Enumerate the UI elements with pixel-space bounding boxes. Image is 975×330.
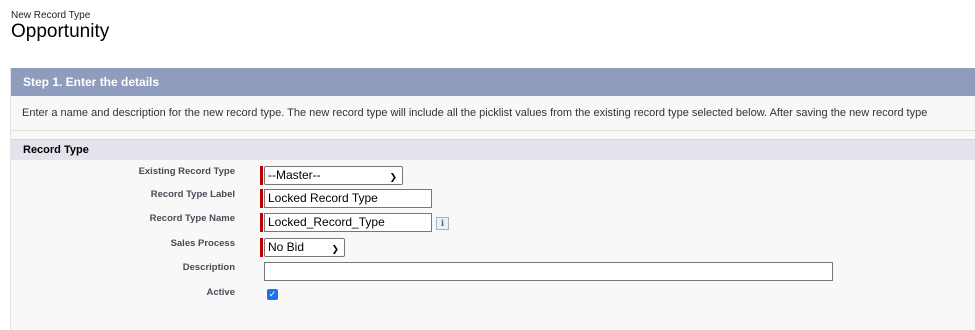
step-description: Enter a name and description for the new… [11, 96, 975, 131]
description-label: Description [182, 262, 235, 273]
section-record-type: Record Type [11, 139, 975, 160]
sales-process-label: Sales Process [170, 238, 235, 249]
active-checkbox[interactable]: ✓ [267, 289, 278, 300]
record-type-name-input[interactable]: Locked_Record_Type [264, 213, 432, 232]
chevron-down-icon: ❯ [389, 172, 397, 182]
required-indicator [260, 189, 263, 208]
page-title: Opportunity [11, 21, 110, 42]
page-subtitle: New Record Type [11, 10, 91, 21]
step-title: Step 1. Enter the details [11, 68, 975, 96]
existing-record-type-value: --Master-- [268, 168, 321, 182]
existing-record-type-select[interactable]: --Master-- ❯ [264, 166, 403, 185]
required-indicator [260, 166, 263, 185]
required-indicator [260, 213, 263, 232]
sales-process-select[interactable]: No Bid ❯ [264, 238, 345, 257]
info-icon[interactable]: i [436, 217, 449, 230]
chevron-down-icon: ❯ [331, 244, 339, 254]
sales-process-value: No Bid [268, 240, 305, 254]
page-header: New Record Type Opportunity [11, 10, 109, 42]
existing-record-type-label: Existing Record Type [138, 166, 235, 177]
active-label: Active [206, 287, 235, 298]
record-type-name-label: Record Type Name [149, 213, 235, 224]
required-indicator [260, 238, 263, 257]
record-type-label-input[interactable]: Locked Record Type [264, 189, 432, 208]
description-input[interactable] [264, 262, 833, 281]
record-type-label-label: Record Type Label [150, 189, 235, 200]
